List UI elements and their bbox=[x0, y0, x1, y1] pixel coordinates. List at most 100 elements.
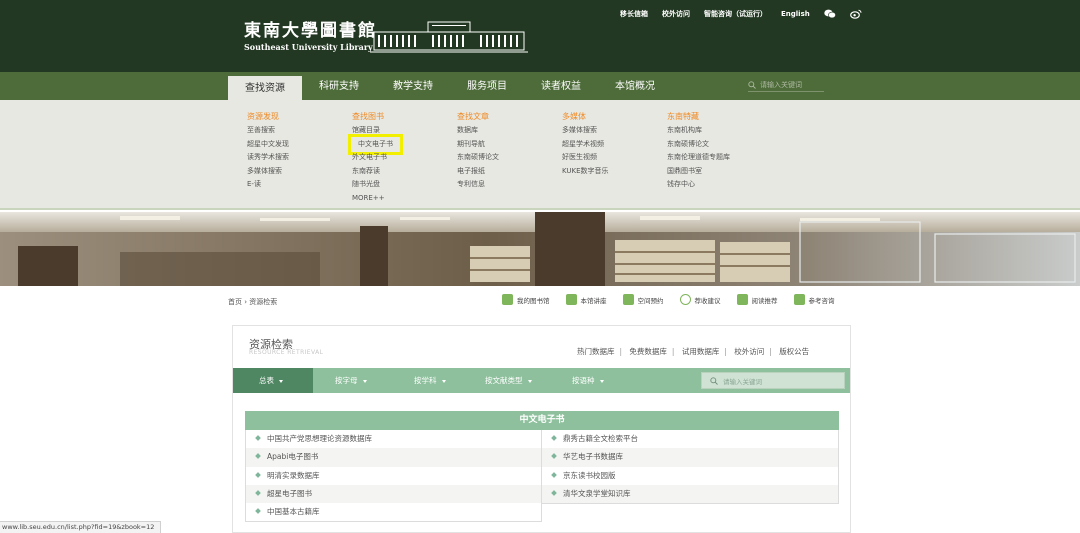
link-trial-db[interactable]: 试用数据库 bbox=[682, 347, 720, 356]
menu-item[interactable]: 东南硕博论文 bbox=[667, 138, 797, 152]
list-item[interactable]: 鼎秀古籍全文检索平台 bbox=[542, 430, 838, 448]
weibo-icon[interactable] bbox=[849, 9, 862, 19]
logo-chinese-name: 東南大學圖書館 bbox=[244, 21, 377, 41]
logo-english-name: Southeast University Library bbox=[244, 42, 373, 52]
menu-item[interactable]: 多媒体搜索 bbox=[562, 124, 672, 138]
tab-by-doc-type[interactable]: 按文献类型 bbox=[485, 368, 532, 393]
wechat-icon[interactable] bbox=[824, 9, 836, 19]
quick-reference-consult[interactable]: 参考咨询 bbox=[793, 294, 835, 305]
list-item[interactable]: 京东读书校园版 bbox=[542, 467, 838, 485]
list-item-label: 明清实录数据库 bbox=[267, 470, 320, 480]
menu-heading[interactable]: 查找图书 bbox=[352, 110, 462, 123]
menu-item[interactable]: 期刊导航 bbox=[457, 138, 567, 152]
document-icon bbox=[793, 294, 805, 305]
link-free-db[interactable]: 免费数据库 bbox=[629, 347, 667, 356]
list-item[interactable]: 清华文泉学堂知识库 bbox=[542, 484, 838, 504]
nav-about[interactable]: 本馆概况 bbox=[598, 76, 672, 100]
tab-by-letter[interactable]: 按字母 bbox=[335, 368, 367, 393]
menu-column-articles: 查找文章 数据库 期刊导航 东南硕博论文 电子报纸 专利信息 bbox=[457, 110, 567, 192]
menu-item[interactable]: 外文电子书 bbox=[352, 151, 462, 165]
quick-reading-recommend[interactable]: 阅读推荐 bbox=[736, 294, 778, 305]
menu-column-books: 查找图书 馆藏目录 中文电子书 外文电子书 东南荐读 随书光盘 MORE++ bbox=[348, 110, 462, 206]
menu-item[interactable]: 至善搜索 bbox=[247, 124, 357, 138]
list-item-label: 中国基本古籍库 bbox=[267, 507, 320, 517]
menu-item[interactable]: 钱存中心 bbox=[667, 178, 797, 192]
menu-item-more[interactable]: MORE++ bbox=[352, 192, 462, 206]
ebook-list-right: 鼎秀古籍全文检索平台 华艺电子书数据库 京东读书校园版 清华文泉学堂知识库 bbox=[541, 430, 839, 505]
link-copyright[interactable]: 版权公告 bbox=[779, 347, 809, 356]
list-item[interactable]: 明清实录数据库 bbox=[246, 467, 541, 485]
diamond-bullet-icon bbox=[255, 508, 261, 515]
menu-item-chinese-ebooks-highlighted[interactable]: 中文电子书 bbox=[348, 133, 403, 156]
main-nav-items: 查找资源 科研支持 教学支持 服务项目 读者权益 本馆概况 bbox=[228, 76, 672, 100]
menu-item[interactable]: 多媒体搜索 bbox=[247, 165, 357, 179]
top-link-offcampus[interactable]: 校外访问 bbox=[662, 9, 690, 19]
panel-links: 热门数据库 | 免费数据库 | 试用数据库 | 校外访问 | 版权公告 bbox=[577, 346, 809, 357]
caret-down-icon bbox=[527, 379, 532, 383]
list-item[interactable]: 华艺电子书数据库 bbox=[542, 448, 838, 467]
menu-item[interactable]: 数据库 bbox=[457, 124, 567, 138]
list-item-label: 华艺电子书数据库 bbox=[563, 452, 623, 462]
menu-item[interactable]: 电子报纸 bbox=[457, 165, 567, 179]
nav-search-placeholder: 请输入关键词 bbox=[760, 81, 802, 89]
menu-item[interactable]: KUKE数字音乐 bbox=[562, 165, 672, 179]
menu-item[interactable]: 超星中文发现 bbox=[247, 138, 357, 152]
link-popular-db[interactable]: 热门数据库 bbox=[577, 347, 615, 356]
nav-research-support[interactable]: 科研支持 bbox=[302, 76, 376, 100]
menu-heading[interactable]: 东南特藏 bbox=[667, 110, 797, 123]
quick-link-label: 空间预约 bbox=[637, 296, 664, 305]
menu-heading[interactable]: 查找文章 bbox=[457, 110, 567, 123]
nav-services[interactable]: 服务项目 bbox=[450, 76, 524, 100]
menu-item[interactable]: 国鼎图书室 bbox=[667, 165, 797, 179]
link-offcampus[interactable]: 校外访问 bbox=[734, 347, 764, 356]
ebook-list-left: 中国共产党思想理论资源数据库 Apabi电子图书 明清实录数据库 超星电子图书 … bbox=[245, 430, 542, 523]
menu-item[interactable]: 随书光盘 bbox=[352, 178, 462, 192]
nav-find-resources[interactable]: 查找资源 bbox=[228, 76, 302, 100]
list-item[interactable]: 超星电子图书 bbox=[246, 484, 541, 504]
caret-down-icon bbox=[441, 379, 446, 383]
top-link-mailbox[interactable]: 移长信箱 bbox=[620, 9, 648, 19]
ebook-box-title: 中文电子书 bbox=[245, 411, 839, 430]
menu-item[interactable]: 好医生视频 bbox=[562, 151, 672, 165]
nav-teaching-support[interactable]: 教学支持 bbox=[376, 76, 450, 100]
panel-search-input[interactable]: 请输入关键词 bbox=[701, 372, 845, 389]
filter-tab-bar: 总表 按字母 按学科 按文献类型 按语种 请输入关键词 bbox=[233, 368, 850, 393]
quick-space-booking[interactable]: 空间预约 bbox=[622, 294, 664, 305]
nav-search-input[interactable]: 请输入关键词 bbox=[748, 79, 824, 92]
tab-by-language[interactable]: 按语种 bbox=[572, 368, 604, 393]
quick-link-label: 荐收建议 bbox=[694, 296, 721, 305]
quick-my-library[interactable]: 我的图书馆 bbox=[502, 294, 550, 305]
caret-down-icon bbox=[599, 379, 604, 383]
menu-item[interactable]: 东南伦理道德专题库 bbox=[667, 151, 797, 165]
diamond-bullet-icon bbox=[255, 471, 261, 478]
menu-item[interactable]: 东南荐读 bbox=[352, 165, 462, 179]
library-logo[interactable]: 東南大學圖書館 Southeast University Library bbox=[244, 20, 377, 52]
menu-column-discovery: 资源发现 至善搜索 超星中文发现 读秀学术搜索 多媒体搜索 E-读 bbox=[247, 110, 357, 192]
menu-item[interactable]: 超星学术视频 bbox=[562, 138, 672, 152]
menu-item[interactable]: 东南硕博论文 bbox=[457, 151, 567, 165]
quick-links: 我的图书馆 本馆讲座 空间预约 荐收建议 阅读推荐 参考咨询 bbox=[502, 294, 851, 305]
list-item[interactable]: 中国共产党思想理论资源数据库 bbox=[246, 430, 541, 448]
nav-reader-rights[interactable]: 读者权益 bbox=[524, 76, 598, 100]
list-item[interactable]: Apabi电子图书 bbox=[246, 448, 541, 467]
tab-by-subject[interactable]: 按学科 bbox=[414, 368, 446, 393]
menu-item[interactable]: 读秀学术搜索 bbox=[247, 151, 357, 165]
menu-heading[interactable]: 多媒体 bbox=[562, 110, 672, 123]
breadcrumb[interactable]: 首页 › 资源检索 bbox=[228, 297, 277, 307]
book-icon bbox=[502, 294, 513, 305]
diamond-bullet-icon bbox=[255, 453, 261, 460]
quick-lectures[interactable]: 本馆讲座 bbox=[565, 294, 607, 305]
menu-item[interactable]: 东南机构库 bbox=[667, 124, 797, 138]
tab-all[interactable]: 总表 bbox=[233, 368, 313, 393]
panel-subtitle: RESOURCE RETRIEVAL bbox=[249, 349, 324, 356]
list-item[interactable]: 中国基本古籍库 bbox=[246, 503, 541, 521]
menu-item[interactable]: 馆藏目录 bbox=[352, 124, 462, 138]
top-link-smart-consult[interactable]: 智能咨询（试运行） bbox=[704, 9, 767, 19]
quick-suggestions[interactable]: 荐收建议 bbox=[679, 294, 721, 305]
diamond-bullet-icon bbox=[551, 490, 557, 496]
menu-item[interactable]: E-读 bbox=[247, 178, 357, 192]
menu-item[interactable]: 专利信息 bbox=[457, 178, 567, 192]
menu-heading[interactable]: 资源发现 bbox=[247, 110, 357, 123]
top-link-english[interactable]: English bbox=[781, 10, 810, 18]
tab-label: 按语种 bbox=[572, 376, 595, 385]
